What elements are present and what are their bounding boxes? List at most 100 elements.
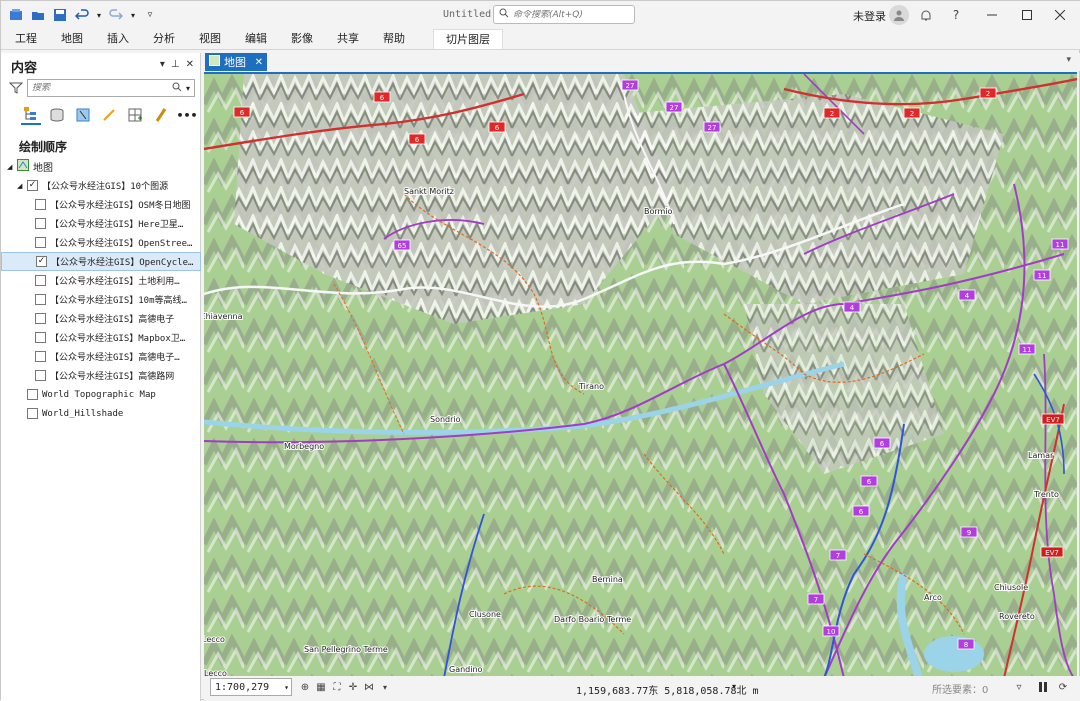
more-options-icon[interactable]: ••• [176,105,197,125]
navigate-icon[interactable]: ✛ [346,680,360,694]
editing-icon[interactable] [99,105,119,125]
minimize-icon[interactable] [981,5,1003,25]
basemap-row[interactable]: World_Hillshade [1,404,201,423]
extent-icon[interactable]: ⛶ [330,680,344,694]
drawing-order-icon[interactable] [21,105,41,125]
map-canvas[interactable]: 6 6 6 6 27 27 27 2 2 2 65 11 11 11 4 4 6 6 6 7 7 10 9 8 EV7 EV7 Sa… [204,72,1077,676]
add-point-icon[interactable]: ⊕ [298,680,312,694]
road-shield: 6 [488,121,506,133]
pause-drawing-icon[interactable] [1036,680,1050,694]
tab-share[interactable]: 共享 [327,29,369,49]
tab-edit[interactable]: 编辑 [235,29,277,49]
basemap-row[interactable]: World Topographic Map [1,385,201,404]
layer-visibility-checkbox[interactable] [35,351,46,362]
maximize-icon[interactable] [1016,5,1038,25]
tab-tile-layer[interactable]: 切片图层 [433,29,503,49]
contents-search[interactable]: ▾ [27,79,195,97]
tabs-dropdown-icon[interactable]: ▾ [1066,55,1071,65]
svg-text:2: 2 [986,90,990,98]
selected-features[interactable]: 所选要素：0 [932,681,988,696]
command-search-input[interactable] [513,9,628,20]
group-layer-node[interactable]: ◢ ✓ 【公众号水经注GIS】10个图源 [1,176,201,195]
units-dropdown-icon[interactable]: ▾ [732,682,736,691]
redo-dropdown-icon[interactable]: ▾ [129,6,137,24]
undo-dropdown-icon[interactable]: ▾ [95,6,103,24]
filter-icon[interactable]: ▿ [1012,680,1026,694]
group-visibility-checkbox[interactable]: ✓ [27,180,38,191]
svg-text:EV7: EV7 [1046,416,1060,424]
layer-visibility-checkbox[interactable] [35,237,46,248]
tab-analysis[interactable]: 分析 [143,29,185,49]
layer-row[interactable]: 【公众号水经注GIS】高德电子… [1,347,201,366]
tab-help[interactable]: 帮助 [373,29,415,49]
layer-visibility-checkbox[interactable] [35,275,46,286]
labeling-icon[interactable] [151,105,171,125]
command-search[interactable] [493,5,635,24]
search-dropdown-icon[interactable]: ▾ [186,84,190,93]
layer-row[interactable]: 【公众号水经注GIS】Here卫星… [1,214,201,233]
account-status[interactable]: 未登录 [853,8,886,24]
map-svg[interactable]: 6 6 6 6 27 27 27 2 2 2 65 11 11 11 4 4 6 6 6 7 7 10 9 8 EV7 EV7 Sa… [204,74,1077,676]
place-label: Rovereto [999,612,1035,621]
grid-icon[interactable]: ▦ [314,680,328,694]
layer-visibility-checkbox[interactable] [35,199,46,210]
notification-bell-icon[interactable] [915,5,937,25]
layer-row[interactable]: 【公众号水经注GIS】土地利用… [1,271,201,290]
collapse-icon[interactable]: ◢ [17,182,27,190]
layer-visibility-checkbox[interactable]: ✓ [36,256,47,267]
layer-row[interactable]: ✓ 【公众号水经注GIS】OpenCycle… [1,252,201,271]
tab-map[interactable]: 地图 [51,29,93,49]
place-label: Gandino [449,665,483,674]
close-pane-icon[interactable]: ✕ [186,59,194,70]
layer-row[interactable]: 【公众号水经注GIS】OSM冬日地图 [1,195,201,214]
contents-title: 内容 [11,61,38,76]
layer-row[interactable]: 【公众号水经注GIS】OpenStree… [1,233,201,252]
redo-icon[interactable] [107,6,125,24]
undo-icon[interactable] [73,6,91,24]
layer-visibility-checkbox[interactable] [35,370,46,381]
layer-label: 【公众号水经注GIS】高德电子 [50,315,175,325]
avatar[interactable] [889,5,909,25]
scale-selector[interactable]: 1:700,279 ▾ [210,678,292,696]
layer-visibility-checkbox[interactable] [27,408,38,419]
pane-options-icon[interactable]: ▾ [160,59,165,70]
new-project-icon[interactable] [7,6,25,24]
tab-insert[interactable]: 插入 [97,29,139,49]
tab-view[interactable]: 视图 [189,29,231,49]
snapping-icon[interactable] [125,105,145,125]
help-icon[interactable]: ? [945,5,967,25]
road-shield: 4 [958,289,976,301]
place-label: Darfo Boario Terme [554,615,631,624]
tab-project[interactable]: 工程 [5,29,47,49]
layer-row[interactable]: 【公众号水经注GIS】Mapbox卫… [1,328,201,347]
snapping-toggle-icon[interactable]: ⋈ [362,680,376,694]
layer-label: 【公众号水经注GIS】高德电子… [50,353,180,363]
status-dropdown-icon[interactable]: ▾ [378,680,392,694]
collapse-icon[interactable]: ◢ [7,163,17,171]
layer-row[interactable]: 【公众号水经注GIS】高德路网 [1,366,201,385]
selection-icon[interactable] [73,105,93,125]
scale-dropdown-icon[interactable]: ▾ [284,683,289,692]
refresh-icon[interactable]: ⟳ [1056,680,1070,694]
customize-qat-icon[interactable]: ▿ [141,6,159,24]
contents-search-input[interactable] [32,83,162,93]
pin-icon[interactable]: ⊥ [171,59,180,70]
filter-icon[interactable] [8,81,24,95]
tab-map-view[interactable]: 地图 ✕ [205,53,267,71]
svg-text:11: 11 [1056,241,1065,249]
layer-visibility-checkbox[interactable] [35,313,46,324]
tab-imagery[interactable]: 影像 [281,29,323,49]
layer-visibility-checkbox[interactable] [27,389,38,400]
layer-visibility-checkbox[interactable] [35,294,46,305]
layer-visibility-checkbox[interactable] [35,332,46,343]
open-folder-icon[interactable] [29,6,47,24]
place-label: Lecco [204,635,225,644]
save-icon[interactable] [51,6,69,24]
layer-row[interactable]: 【公众号水经注GIS】10m等高线… [1,290,201,309]
close-tab-icon[interactable]: ✕ [255,57,263,68]
data-source-icon[interactable] [47,105,67,125]
close-window-icon[interactable] [1049,5,1071,25]
layer-row[interactable]: 【公众号水经注GIS】高德电子 [1,309,201,328]
map-node[interactable]: ◢ 地图 [1,157,201,176]
layer-visibility-checkbox[interactable] [35,218,46,229]
